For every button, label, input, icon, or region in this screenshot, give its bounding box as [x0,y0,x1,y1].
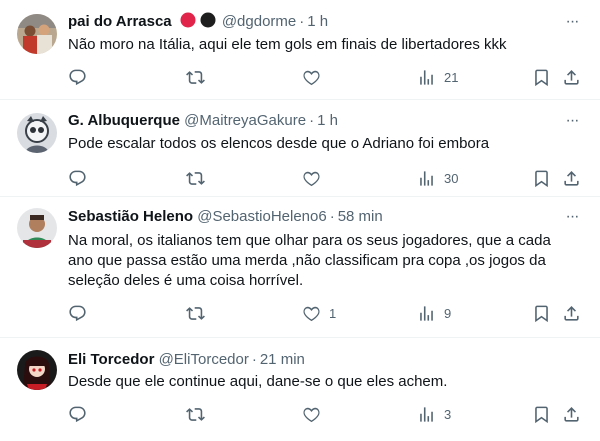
separator: · [299,13,305,30]
retweet-button[interactable] [186,167,205,189]
reply-feed: pai do Arrasca @dgdorme · 1 h ··· Não moro… [0,0,600,441]
retweet-icon [186,405,205,424]
user-handle[interactable]: @SebastioHeleno6 [197,208,326,225]
tweet-text: Na moral, os italianos tem que olhar par… [68,232,551,289]
views-button[interactable]: 21 [417,66,458,88]
bookmark-button[interactable] [532,302,551,324]
speech-bubble-icon [68,405,87,424]
bookmark-button[interactable] [532,66,551,88]
timestamp[interactable]: 58 min [338,208,383,225]
views-count: 21 [444,69,459,85]
display-name[interactable]: Sebastião Heleno [68,208,193,225]
tweet-text: Pode escalar todos os elencos desde que … [68,135,490,152]
speech-bubble-icon [68,68,87,87]
tweet[interactable]: G. Albuquerque @MaitreyaGakure · 1 h ··· P… [0,100,600,197]
heart-icon [302,169,321,188]
views-button[interactable]: 9 [417,302,451,324]
timestamp[interactable]: 1 h [307,13,328,30]
share-icon [562,68,581,87]
retweet-button[interactable] [186,403,205,425]
retweet-button[interactable] [186,302,205,324]
display-name[interactable]: pai do Arrasca [68,13,172,30]
retweet-icon [186,68,205,87]
user-handle[interactable]: @dgdorme [222,13,296,30]
bookmark-icon [532,68,551,87]
like-button[interactable] [302,66,329,88]
reply-button[interactable] [68,167,87,189]
like-button[interactable]: 1 [302,302,336,324]
display-name[interactable]: G. Albuquerque [68,112,180,129]
separator: · [309,112,315,129]
views-button[interactable]: 3 [417,403,451,425]
like-count: 1 [329,305,337,321]
bar-chart-icon [417,68,436,87]
like-button[interactable] [302,167,329,189]
more-dots-icon[interactable]: ··· [562,207,582,227]
retweet-button[interactable] [186,66,205,88]
tweet[interactable]: Sebastião Heleno @SebastioHeleno6 · 58 min… [0,197,600,338]
tweet-header: Sebastião Heleno @SebastioHeleno6 · 58 min [68,207,540,227]
user-handle[interactable]: @EliTorcedor [159,351,249,368]
avatar[interactable] [17,208,57,248]
tweet-text: Desde que ele continue aqui, dane-se o q… [68,373,448,390]
heart-icon [302,68,321,87]
separator: · [329,208,335,225]
retweet-icon [186,304,205,323]
user-handle[interactable]: @MaitreyaGakure [184,112,306,129]
reply-button[interactable] [68,403,87,425]
share-icon [562,169,581,188]
tweet-header: Eli Torcedor @EliTorcedor · 21 min [68,350,540,370]
bookmark-icon [532,304,551,323]
tweet-actions: 3 [68,403,584,425]
reply-button[interactable] [68,302,87,324]
bookmark-button[interactable] [532,403,551,425]
more-dots-icon[interactable]: ··· [562,12,582,32]
bar-chart-icon [417,304,436,323]
share-button[interactable] [562,167,581,189]
display-name[interactable]: Eli Torcedor [68,351,154,368]
tweet[interactable]: pai do Arrasca @dgdorme · 1 h ··· Não moro… [0,0,600,100]
share-button[interactable] [562,66,581,88]
tweet-actions: 21 [68,66,584,88]
avatar[interactable] [17,350,57,390]
avatar[interactable] [17,113,57,153]
tweet-header: G. Albuquerque @MaitreyaGakure · 1 h [68,111,540,131]
bar-chart-icon [417,405,436,424]
bookmark-icon [532,405,551,424]
tweet-header: pai do Arrasca @dgdorme · 1 h [68,12,540,34]
avatar[interactable] [17,14,57,54]
emoji-badges [180,12,218,34]
bookmark-button[interactable] [532,167,551,189]
views-count: 9 [444,305,452,321]
share-icon [562,304,581,323]
views-count: 3 [444,406,452,422]
like-button[interactable] [302,403,329,425]
share-button[interactable] [562,403,581,425]
views-count: 30 [444,170,459,186]
bar-chart-icon [417,169,436,188]
share-button[interactable] [562,302,581,324]
timestamp[interactable]: 21 min [260,351,305,368]
more-dots-icon[interactable]: ··· [562,111,582,131]
tweet[interactable]: Eli Torcedor @EliTorcedor · 21 min Desde q… [0,338,600,441]
speech-bubble-icon [68,304,87,323]
views-button[interactable]: 30 [417,167,458,189]
separator: · [251,351,257,368]
bookmark-icon [532,169,551,188]
heart-icon [302,304,321,323]
tweet-actions: 1 9 [68,302,584,324]
share-icon [562,405,581,424]
tweet-actions: 30 [68,167,584,189]
speech-bubble-icon [68,169,87,188]
tweet-text: Não moro na Itália, aqui ele tem gols em… [68,36,507,53]
heart-icon [302,405,321,424]
reply-button[interactable] [68,66,87,88]
timestamp[interactable]: 1 h [317,112,338,129]
retweet-icon [186,169,205,188]
